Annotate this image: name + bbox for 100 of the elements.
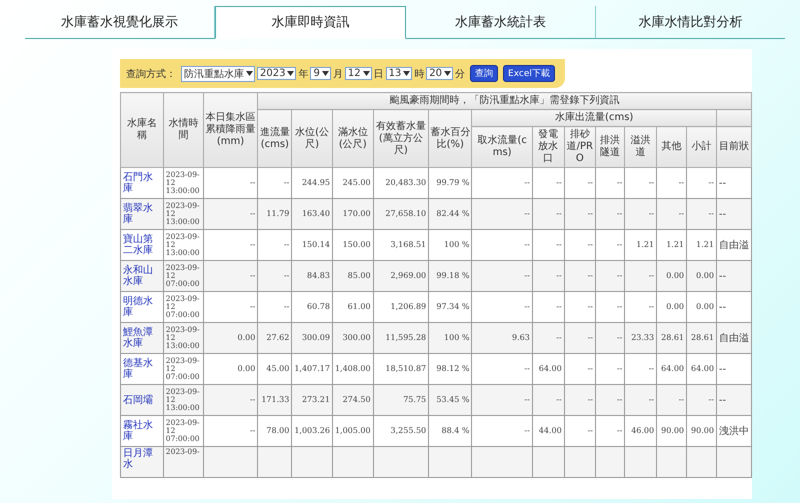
group-header: 颱風豪雨期間時，「防汛重點水庫」需登錄下列資訊 [258,92,752,110]
group-header: 水庫出流量(cms) [472,110,716,126]
table-cell: -- [472,260,532,292]
table-cell: 100 % [428,322,472,354]
table-cell: -- [686,198,716,230]
table-cell: -- [472,198,532,230]
date-dropdown[interactable]: 12 [344,67,372,80]
table-cell: 27.62 [258,322,292,354]
unit-label: 月 [332,68,343,80]
column-header: 排洪隧道 [596,126,625,168]
table-cell: -- [258,260,292,292]
table-cell: -- [686,384,716,416]
table-cell: 300.09 [292,322,332,354]
reservoir-link[interactable]: 永和山水庫 [120,260,164,292]
mode-dropdown[interactable]: 防汛重點水庫 [181,66,255,82]
table-cell: 11.79 [258,198,292,230]
column-header: 水情時間 [163,92,204,168]
table-cell: -- [564,322,596,354]
caret-icon [444,71,452,76]
column-header: 目前狀 [716,126,752,168]
column-header: 其他 [656,126,687,168]
nav-tab[interactable]: 水庫即時資訊 [215,6,406,39]
reservoir-link[interactable]: 翡翠水庫 [120,198,164,230]
table-cell: -- [203,384,258,416]
table-cell: 84.83 [292,260,332,292]
column-header: 滿水位(公尺) [332,110,374,168]
caret-icon [322,71,329,76]
table-cell: -- [624,198,657,230]
table-cell: -- [656,384,687,416]
table-cell: 2,969.00 [373,260,429,292]
query-mode-label: 查詢方式： [126,68,176,80]
table-cell: -- [656,198,687,230]
unit-label: 時 [414,68,424,80]
table-cell: -- [624,260,657,292]
table-cell: -- [564,260,596,292]
reservoir-link[interactable]: 日月潭水 [120,446,164,478]
column-header: 溢洪道 [624,126,657,168]
table-cell: -- [532,198,564,230]
table-cell: -- [532,322,564,354]
table-cell: -- [596,260,625,292]
column-header: 進流量(cms) [258,110,292,168]
nav-tab[interactable]: 水庫蓄水統計表 [406,6,596,39]
column-header: 有效蓄水量(萬立方公尺) [373,110,429,168]
table-cell: 82.44 % [428,198,472,230]
nav-tab[interactable]: 水庫水情比對分析 [596,6,785,39]
table-cell: 273.21 [292,384,332,416]
table-cell: -- [624,384,657,416]
table-cell: -- [596,384,625,416]
table-cell: 300.00 [332,322,374,354]
table-cell: 171.33 [258,384,292,416]
table-cell: 0.00 [686,260,716,292]
table-cell: -- [716,198,752,230]
column-header: 蓄水百分比(%) [428,110,472,168]
column-header: 水庫名稱 [120,92,164,168]
table-cell: 27,658.10 [373,198,429,230]
search-button[interactable]: 查詢 [470,65,498,82]
table-cell: -- [532,384,564,416]
caret-icon [287,71,294,76]
date-dropdown[interactable]: 20 [426,67,454,80]
reservoir-link[interactable]: 鯉魚潭水庫 [120,322,164,354]
table-cell: 0.00 [656,260,687,292]
table-cell: 274.50 [332,384,374,416]
column-header: 排砂道/PRO [564,126,596,168]
caret-icon [403,71,410,76]
table-cell: 85.00 [332,260,374,292]
column-header: 取水流量(cms) [472,126,532,168]
table-cell: -- [203,260,258,292]
unit-label: 年 [298,68,308,80]
table-cell: -- [203,198,258,230]
table-cell: 28.61 [656,322,687,354]
export-button[interactable]: Excel下載 [503,65,555,82]
date-dropdown[interactable]: 9 [310,67,331,80]
table-cell: 170.00 [332,198,374,230]
table-cell: -- [596,322,625,354]
table-cell: 53.45 % [428,384,472,416]
column-header: 發電放水口 [532,126,564,168]
table-cell: 11,595.28 [373,322,429,354]
date-dropdown[interactable]: 13 [386,67,412,80]
caret-icon [362,71,370,76]
column-header: 本日集水區累積降雨量(mm) [203,92,258,168]
table-cell: 23.33 [624,322,657,354]
table-cell: 自由溢 [716,322,752,354]
table-cell: 28.61 [686,322,716,354]
table-cell: 99.18 % [428,260,472,292]
column-header: 水位(公尺) [292,110,332,168]
column-header: 小計 [686,126,716,168]
unit-label: 分 [455,68,466,80]
table-cell: -- [716,260,752,292]
table-cell: 0.00 [203,322,258,354]
table-cell: -- [716,384,752,416]
table-cell: -- [564,384,596,416]
table-cell: -- [564,198,596,230]
table-cell: 9.63 [472,322,532,354]
unit-label: 日 [374,68,384,80]
date-dropdown[interactable]: 2023 [257,67,296,80]
reservoir-link[interactable]: 石岡壩 [120,384,164,416]
table-cell: 75.75 [373,384,429,416]
table-cell: -- [596,198,625,230]
caret-icon [246,71,253,76]
table-cell: -- [532,260,564,292]
